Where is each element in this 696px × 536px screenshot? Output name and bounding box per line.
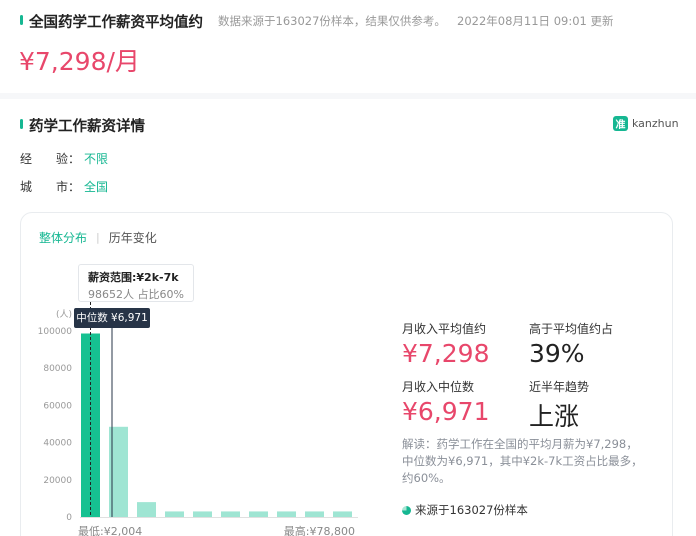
- histogram-bar: [165, 511, 184, 517]
- histogram-bar: [305, 511, 324, 517]
- tooltip-title: 薪资范围:¥2k-7k: [88, 271, 179, 284]
- y-tick-label: 20000: [43, 476, 72, 486]
- median-marker-label: 中位数 ¥6,971: [74, 308, 150, 328]
- histogram-bar: [333, 511, 352, 517]
- stat-above-average: 高于平均值约占 39%: [529, 320, 613, 368]
- y-tick-label: 60000: [43, 401, 72, 411]
- stat-trend-value: 上涨: [529, 402, 580, 431]
- y-tick-label: 40000: [43, 439, 72, 449]
- histogram-bar: [193, 511, 212, 517]
- histogram-bar: [249, 511, 268, 517]
- stat-trend-label: 近半年趋势: [529, 380, 590, 394]
- x-max-label: 最高:¥78,800: [284, 524, 355, 536]
- pie-chart-icon: [402, 505, 411, 515]
- histogram-bar: [137, 502, 156, 517]
- update-time: 2022年08月11日 09:01 更新: [457, 14, 614, 28]
- stat-above-average-label: 高于平均值约占: [529, 322, 614, 336]
- stat-median-label: 月收入中位数: [402, 380, 475, 394]
- stat-above-average-value: 39%: [529, 339, 585, 368]
- stat-average-label: 月收入平均值约: [402, 322, 487, 336]
- stat-average: 月收入平均值约 ¥7,298: [402, 320, 489, 368]
- kanzhun-logo-icon: 准: [613, 115, 628, 131]
- stat-median-value: ¥6,971: [402, 397, 490, 426]
- x-min-label: 最低:¥2,004: [78, 525, 142, 536]
- salary-histogram: (人) 0 20000 40000 60000 80000 100000 最低:¥2,004 最…: [38, 302, 358, 536]
- histogram-bar: [221, 511, 240, 517]
- kanzhun-logo-text: kanzhun: [632, 116, 679, 130]
- chart-explanation: 解读：药学工作在全国的平均月薪为¥7,298，中位数为¥6,971，其中¥2k-…: [402, 437, 643, 485]
- histogram-bar: [277, 511, 296, 517]
- y-tick-label: 0: [66, 513, 72, 523]
- stat-average-value: ¥7,298: [402, 339, 490, 368]
- y-axis-unit: (人): [56, 309, 72, 320]
- stat-trend: 近半年趋势 上涨: [529, 378, 589, 433]
- stat-median: 月收入中位数 ¥6,971: [402, 378, 489, 426]
- sample-source-text: 来源于163027份样本: [415, 503, 528, 517]
- y-tick-label: 100000: [38, 327, 73, 337]
- chart-tooltip: 薪资范围:¥2k-7k 98652人 占比60%: [78, 264, 194, 302]
- sample-source: 来源于163027份样本: [402, 502, 528, 518]
- y-tick-label: 80000: [43, 364, 72, 374]
- kanzhun-logo[interactable]: 准 kanzhun: [613, 115, 679, 131]
- tooltip-detail: 98652人 占比60%: [88, 288, 184, 301]
